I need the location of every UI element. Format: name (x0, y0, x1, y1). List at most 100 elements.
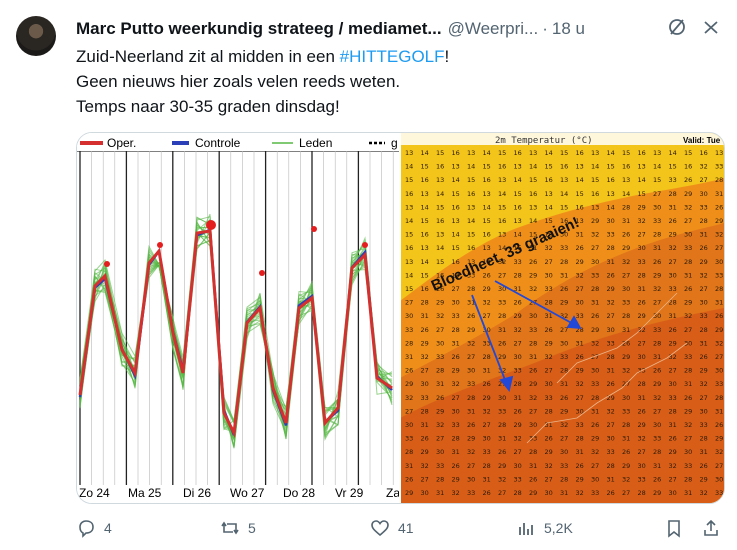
map-number: 33 (576, 312, 584, 320)
map-number: 26 (483, 489, 491, 497)
tweet-header: Marc Putto weerkundig strateeg / mediame… (76, 18, 721, 40)
hashtag-link[interactable]: #HITTEGOLF (340, 47, 445, 66)
map-number: 32 (684, 203, 692, 211)
grok-icon[interactable] (667, 17, 687, 42)
reply-count: 4 (104, 520, 112, 536)
map-number: 28 (421, 299, 429, 307)
temperature-map[interactable]: 13 14 15 16 13 14 15 16 13 14 15 16 13 14 15 16 13 14 15 16… (400, 133, 724, 503)
map-number: 33 (669, 176, 677, 184)
map-number: 32 (622, 258, 630, 266)
map-number: 28 (607, 353, 615, 361)
views-button[interactable]: 5,2K (516, 514, 573, 542)
map-number: 28 (684, 475, 692, 483)
map-number: 30 (545, 380, 553, 388)
map-number: 15 (421, 217, 429, 225)
xlabel-3: Wo 27 (230, 486, 265, 500)
map-number: 26 (514, 407, 522, 415)
obs-dot (104, 261, 110, 267)
author-handle[interactable]: @Weerpri... (448, 19, 539, 39)
map-number: 15 (638, 190, 646, 198)
map-number: 14 (483, 203, 491, 211)
like-button[interactable]: 41 (370, 514, 414, 542)
map-number: 31 (669, 203, 677, 211)
map-number: 32 (514, 326, 522, 334)
map-number: 27 (421, 475, 429, 483)
author-name[interactable]: Marc Putto weerkundig strateeg / mediame… (76, 19, 442, 39)
map-number: 32 (436, 421, 444, 429)
map-number: 13 (545, 190, 553, 198)
map-number: 28 (715, 176, 723, 184)
map-number: 32 (452, 489, 460, 497)
map-number: 29 (715, 326, 723, 334)
map-number: 32 (467, 448, 475, 456)
map-number: 33 (715, 489, 723, 497)
more-options-icon[interactable] (701, 17, 721, 42)
map-number: 28 (669, 407, 677, 415)
map-number: 15 (467, 231, 475, 239)
xlabel-5: Vr 29 (335, 486, 364, 500)
map-number: 15 (436, 203, 444, 211)
map-number: 33 (576, 421, 584, 429)
map-number: 26 (684, 176, 692, 184)
map-number: 26 (529, 258, 537, 266)
map-number: 27 (653, 407, 661, 415)
map-number: 27 (591, 244, 599, 252)
map-number: 27 (700, 394, 708, 402)
map-number: 31 (669, 312, 677, 320)
map-number: 15 (560, 203, 568, 211)
map-number: 16 (684, 163, 692, 171)
map-number: 14 (653, 163, 661, 171)
map-number: 29 (405, 380, 413, 388)
map-number: 28 (684, 367, 692, 375)
map-number: 30 (529, 421, 537, 429)
map-number: 27 (669, 258, 677, 266)
map-number: 30 (653, 421, 661, 429)
map-number: 26 (576, 462, 584, 470)
map-number: 26 (715, 312, 723, 320)
ensemble-chart[interactable]: Oper. Controle Leden g Zo 24 Ma 25 Di 26… (77, 133, 400, 503)
map-number: 31 (700, 448, 708, 456)
map-number: 29 (545, 339, 553, 347)
map-number: 30 (638, 244, 646, 252)
map-number: 26 (421, 326, 429, 334)
map-number: 26 (421, 435, 429, 443)
map-number: 32 (715, 448, 723, 456)
map-number: 28 (452, 435, 460, 443)
map-number: 32 (622, 475, 630, 483)
avatar[interactable] (16, 16, 56, 56)
map-number: 27 (436, 435, 444, 443)
map-number: 32 (684, 312, 692, 320)
map-number: 31 (498, 435, 506, 443)
map-number: 26 (653, 258, 661, 266)
map-number: 30 (669, 489, 677, 497)
map-number: 28 (653, 339, 661, 347)
map-number: 13 (467, 149, 475, 157)
map-number: 30 (607, 217, 615, 225)
map-number: 16 (436, 163, 444, 171)
reply-button[interactable]: 4 (76, 514, 112, 542)
xlabel-4: Do 28 (283, 486, 315, 500)
map-number: 26 (622, 448, 630, 456)
map-number: 30 (405, 312, 413, 320)
map-number: 30 (638, 462, 646, 470)
timestamp[interactable]: 18 u (552, 19, 585, 39)
map-number: 29 (436, 407, 444, 415)
map-number: 28 (638, 271, 646, 279)
map-number: 14 (405, 163, 413, 171)
map-number: 32 (545, 353, 553, 361)
map-number: 14 (607, 203, 615, 211)
map-number: 29 (622, 462, 630, 470)
bookmark-button[interactable] (664, 514, 684, 542)
map-number: 33 (405, 435, 413, 443)
map-number: 28 (684, 258, 692, 266)
map-number: 14 (576, 176, 584, 184)
map-number: 30 (700, 299, 708, 307)
map-number: 32 (622, 367, 630, 375)
share-button[interactable] (701, 514, 721, 542)
tweet-media[interactable]: Oper. Controle Leden g Zo 24 Ma 25 Di 26… (76, 132, 725, 504)
map-number: 30 (653, 203, 661, 211)
map-number: 28 (529, 448, 537, 456)
map-number: 29 (405, 489, 413, 497)
repost-button[interactable]: 5 (220, 514, 256, 542)
map-number: 16 (452, 149, 460, 157)
